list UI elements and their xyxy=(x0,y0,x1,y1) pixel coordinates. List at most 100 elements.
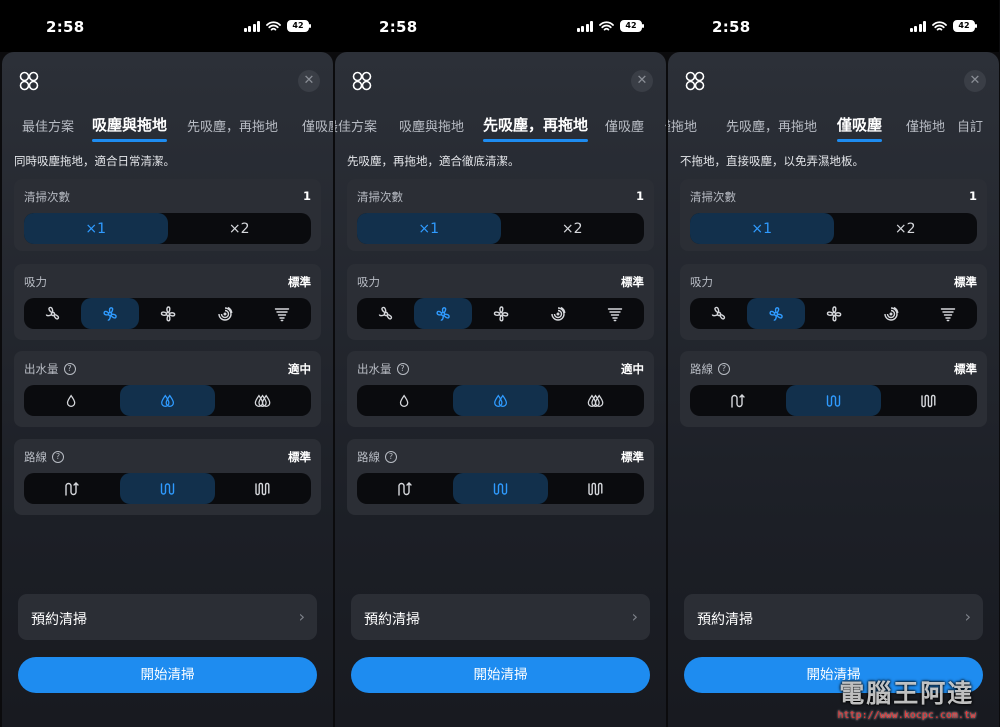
route-card: 路線 ? 標準 xyxy=(680,351,987,427)
suction-option-2[interactable] xyxy=(414,298,472,329)
fan-strong-icon xyxy=(492,305,510,323)
wifi-icon xyxy=(599,20,614,30)
repeat-option-2[interactable]: ×2 xyxy=(834,213,978,244)
tab-1[interactable]: 吸塵與拖地 xyxy=(92,114,168,142)
repeat-option-1[interactable]: ×1 xyxy=(24,213,168,244)
status-icons: 42 xyxy=(576,20,644,32)
signal-icon xyxy=(243,20,260,32)
repeat-label-text: 清掃次數 xyxy=(357,190,403,204)
suction-option-4[interactable] xyxy=(196,298,253,329)
schedule-button[interactable]: 預約清掃 › xyxy=(684,594,983,640)
route-value: 標準 xyxy=(621,450,644,464)
route-value: 標準 xyxy=(288,450,311,464)
cleaning-mode-sheet: ✕ 僅拖地先吸塵，再拖地僅吸塵僅拖地自訂 不拖地，直接吸塵，以免弄濕地板。 清掃… xyxy=(668,52,999,727)
tab-0[interactable]: 最佳方案 xyxy=(335,116,377,135)
tab-4[interactable]: 自訂 xyxy=(957,116,983,135)
route-deep-icon xyxy=(920,392,938,410)
suction-option-4[interactable] xyxy=(529,298,586,329)
water-option-3[interactable] xyxy=(548,385,644,416)
help-icon[interactable]: ? xyxy=(718,363,730,375)
suction-option-4[interactable] xyxy=(862,298,919,329)
tab-2[interactable]: 僅吸塵 xyxy=(837,114,883,142)
route-option-2[interactable] xyxy=(452,473,549,504)
route-option-1[interactable] xyxy=(357,473,453,504)
route-selector xyxy=(24,473,311,504)
route-deep-icon xyxy=(254,480,272,498)
route-value: 標準 xyxy=(954,362,977,376)
suction-option-3[interactable] xyxy=(472,298,529,329)
water-value: 適中 xyxy=(621,362,644,376)
tab-3[interactable]: 僅吸塵 xyxy=(302,116,333,135)
suction-option-5[interactable] xyxy=(920,298,977,329)
suction-option-2[interactable] xyxy=(81,298,139,329)
schedule-label: 預約清掃 xyxy=(31,612,87,628)
suction-option-1[interactable] xyxy=(24,298,81,329)
tab-1[interactable]: 先吸塵，再拖地 xyxy=(726,116,817,135)
suction-option-2[interactable] xyxy=(747,298,805,329)
water-option-1[interactable] xyxy=(357,385,453,416)
water-option-2[interactable] xyxy=(452,385,549,416)
start-cleaning-button[interactable]: 開始清掃 xyxy=(351,657,650,693)
suction-option-5[interactable] xyxy=(587,298,644,329)
help-icon[interactable]: ? xyxy=(385,451,397,463)
repeat-option-2[interactable]: ×2 xyxy=(501,213,645,244)
tab-1[interactable]: 吸塵與拖地 xyxy=(399,116,464,135)
route-option-3[interactable] xyxy=(548,473,644,504)
route-option-3[interactable] xyxy=(881,385,977,416)
close-icon[interactable]: ✕ xyxy=(631,70,653,92)
water-card: 出水量 ? 適中 xyxy=(347,351,654,427)
route-option-2[interactable] xyxy=(785,385,882,416)
tab-0[interactable]: 最佳方案 xyxy=(22,116,74,135)
route-option-1[interactable] xyxy=(690,385,786,416)
suction-option-5[interactable] xyxy=(254,298,311,329)
schedule-button[interactable]: 預約清掃 › xyxy=(351,594,650,640)
clover-grid-icon[interactable] xyxy=(18,70,40,92)
tab-3[interactable]: 僅吸塵 xyxy=(605,116,644,135)
tab-2[interactable]: 先吸塵，再拖地 xyxy=(483,114,589,142)
clover-grid-icon[interactable] xyxy=(684,70,706,92)
suction-option-1[interactable] xyxy=(690,298,747,329)
help-icon[interactable]: ? xyxy=(396,363,409,375)
water-label: 出水量 ? xyxy=(24,361,76,377)
drop-low-icon xyxy=(396,392,414,410)
status-time: 2:58 xyxy=(46,18,85,36)
status-icons: 42 xyxy=(909,20,977,32)
help-icon[interactable]: ? xyxy=(63,363,76,375)
chevron-right-icon: › xyxy=(631,607,638,626)
repeat-label: 清掃次數 xyxy=(690,189,736,205)
water-label: 出水量 ? xyxy=(357,361,409,377)
water-option-1[interactable] xyxy=(24,385,120,416)
route-fast-icon xyxy=(396,480,414,498)
close-icon[interactable]: ✕ xyxy=(298,70,320,92)
watermark-title: 電腦王阿達 xyxy=(839,679,975,708)
close-icon[interactable]: ✕ xyxy=(964,70,986,92)
battery-icon: 42 xyxy=(287,20,311,32)
suction-option-3[interactable] xyxy=(139,298,196,329)
chevron-right-icon: › xyxy=(964,607,971,626)
suction-option-1[interactable] xyxy=(357,298,414,329)
tab-3[interactable]: 僅拖地 xyxy=(906,116,945,135)
route-deep-icon xyxy=(587,480,605,498)
water-option-3[interactable] xyxy=(215,385,311,416)
repeat-option-2[interactable]: ×2 xyxy=(168,213,312,244)
tab-2[interactable]: 先吸塵，再拖地 xyxy=(187,116,278,135)
route-option-1[interactable] xyxy=(24,473,120,504)
clover-grid-icon[interactable] xyxy=(351,70,373,92)
status-bar: 2:58 42 xyxy=(0,0,333,52)
repeat-option-1[interactable]: ×1 xyxy=(357,213,501,244)
route-standard-icon xyxy=(825,392,843,410)
route-option-2[interactable] xyxy=(119,473,216,504)
suction-option-3[interactable] xyxy=(805,298,862,329)
mode-description: 不拖地，直接吸塵，以免弄濕地板。 xyxy=(680,154,864,168)
status-icons: 42 xyxy=(243,20,311,32)
water-card: 出水量 ? 適中 xyxy=(14,351,321,427)
water-option-2[interactable] xyxy=(119,385,216,416)
repeat-option-1[interactable]: ×1 xyxy=(690,213,834,244)
start-cleaning-button[interactable]: 開始清掃 xyxy=(18,657,317,693)
repeat-card: 清掃次數 1 ×1 ×2 xyxy=(680,179,987,251)
route-option-3[interactable] xyxy=(215,473,311,504)
help-icon[interactable]: ? xyxy=(52,451,64,463)
schedule-button[interactable]: 預約清掃 › xyxy=(18,594,317,640)
wifi-icon xyxy=(266,20,281,30)
tab-0[interactable]: 僅拖地 xyxy=(668,116,697,135)
